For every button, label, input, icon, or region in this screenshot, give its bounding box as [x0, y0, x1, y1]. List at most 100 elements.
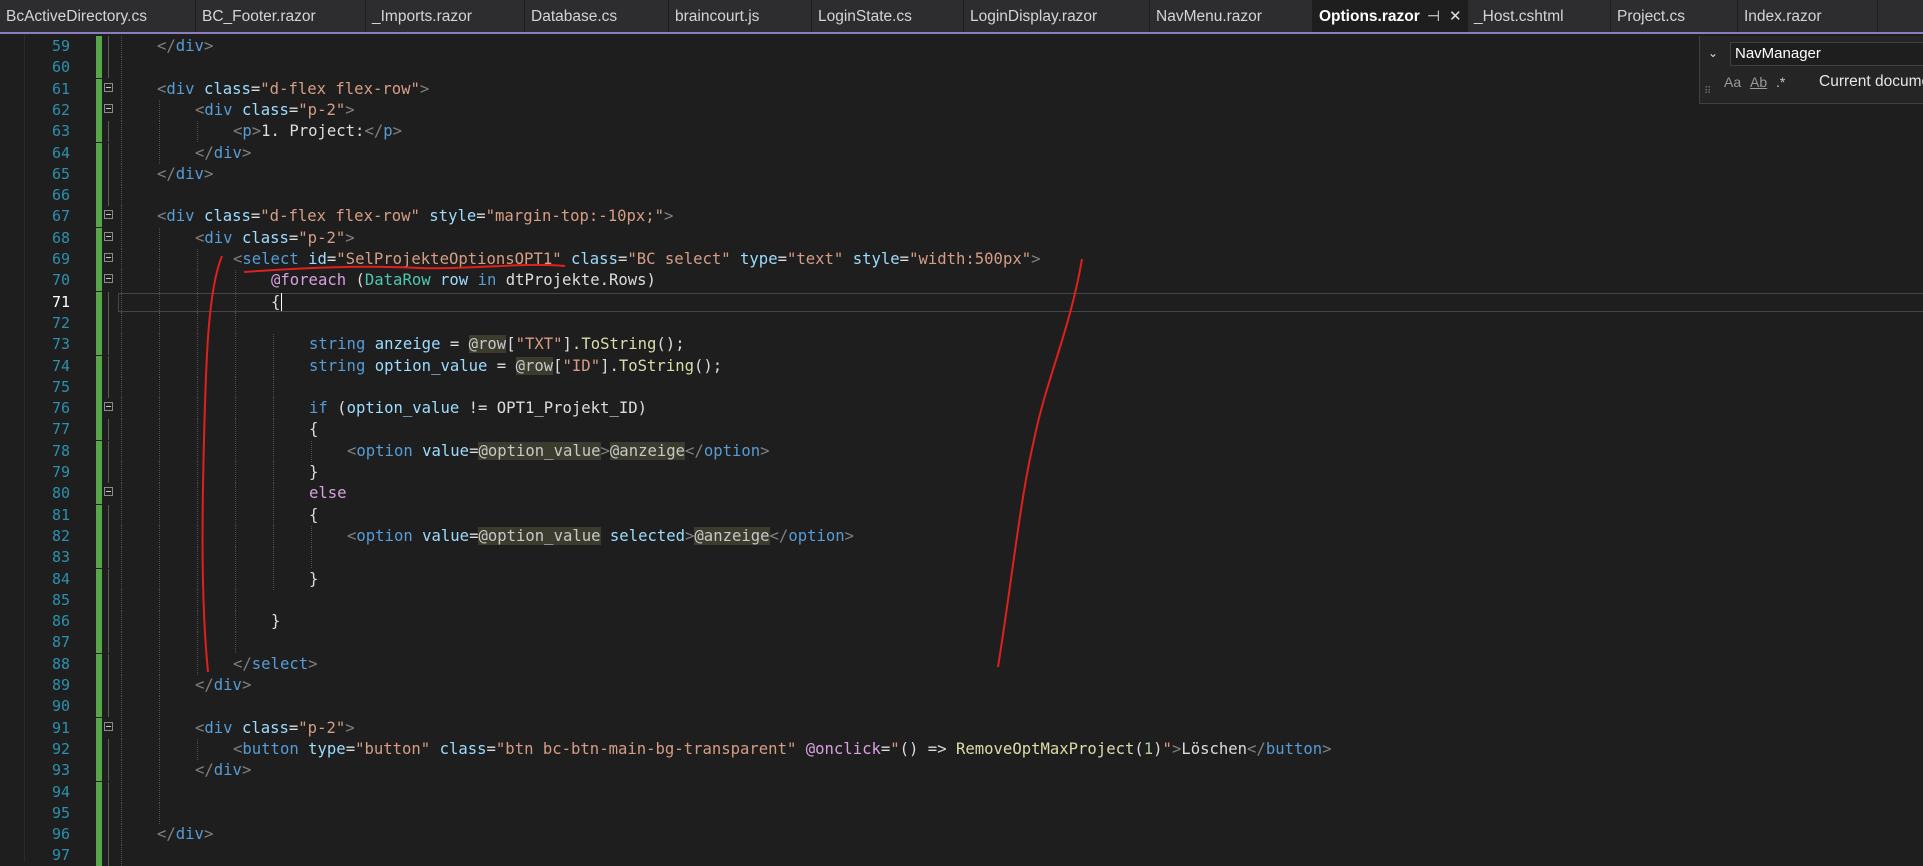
collapse-region-icon[interactable] — [104, 721, 113, 731]
outline-line — [108, 504, 109, 526]
expand-replace-chevron-icon[interactable]: ⌄ — [1708, 46, 1718, 60]
code-token: = — [250, 207, 261, 226]
code-line[interactable]: 66 — [0, 185, 1923, 207]
code-token: (); — [693, 356, 723, 375]
code-text: @foreach (DataRow row in dtProjekte.Rows… — [271, 270, 656, 291]
find-widget: ⌄ NavManager ⠿ Aa Ab .* Current docume — [1699, 36, 1923, 104]
resize-grip-icon[interactable]: ⠿ — [1704, 86, 1711, 97]
outline-line — [108, 675, 109, 696]
code-token: = — [250, 79, 261, 98]
collapse-region-icon[interactable] — [104, 231, 113, 241]
code-line[interactable]: 71 { — [0, 291, 1923, 313]
code-line[interactable]: 61 <div class="d-flex flex-row"> — [0, 78, 1923, 100]
code-line[interactable]: 95 — [0, 802, 1923, 824]
collapse-region-icon[interactable] — [104, 103, 113, 113]
collapse-region-icon[interactable] — [104, 274, 113, 284]
tab-imports-razor[interactable]: _Imports.razor — [366, 0, 525, 32]
code-line[interactable]: 91 <div class="p-2"> — [0, 717, 1923, 739]
code-token: row — [440, 271, 469, 290]
match-case-toggle[interactable]: Aa — [1724, 74, 1741, 90]
code-token: class — [241, 100, 289, 119]
tab-label: BcActiveDirectory.cs — [6, 8, 147, 25]
code-line[interactable]: 84} — [0, 568, 1923, 590]
change-tracking-bar — [96, 355, 102, 377]
code-line[interactable]: 73 string anzeige = @row["TXT"].ToString(… — [0, 334, 1923, 356]
collapse-region-icon[interactable] — [104, 402, 113, 412]
code-line[interactable]: 69 <select id="SelProjekteOptionsOPT1" cl… — [0, 249, 1923, 270]
code-line[interactable]: 64 </div> — [0, 142, 1923, 164]
code-line[interactable]: 60 — [0, 57, 1923, 79]
code-line[interactable]: 72 — [0, 312, 1923, 334]
indent-guide — [197, 611, 198, 633]
tab-bcactivedirectory-cs[interactable]: BcActiveDirectory.cs — [0, 0, 196, 32]
tab-database-cs[interactable]: Database.cs — [525, 0, 669, 32]
code-text: else — [309, 483, 347, 504]
code-editor[interactable]: 59 </div> 60 61 <div class="d-flex flex-row"… — [0, 34, 1923, 866]
outline-line — [108, 547, 109, 569]
code-line[interactable]: 59 </div> — [0, 36, 1923, 57]
tab-braincourt-js[interactable]: braincourt.js — [669, 0, 812, 32]
match-whole-word-toggle[interactable]: Ab — [1750, 74, 1767, 90]
code-line[interactable]: 79} — [0, 462, 1923, 483]
code-line[interactable]: 80 else — [0, 483, 1923, 505]
code-line[interactable]: 89 </div> — [0, 675, 1923, 696]
find-search-input[interactable]: NavManager — [1730, 42, 1923, 66]
indent-guide — [235, 504, 236, 526]
code-line[interactable]: 82 <option value=@option_value selected>@… — [0, 525, 1923, 547]
code-line[interactable]: 63 <p>1. Project:</p> — [0, 121, 1923, 143]
code-line[interactable]: 68 <div class="p-2"> — [0, 227, 1923, 249]
code-line[interactable]: 96 </div> — [0, 824, 1923, 846]
tab-project-cs[interactable]: Project.cs — [1611, 0, 1738, 32]
code-line[interactable]: 93 </div> — [0, 760, 1923, 782]
indent-guide — [159, 802, 160, 824]
indent-guide — [159, 376, 160, 398]
code-line[interactable]: 76 if (option_value != OPT1_Projekt_ID) — [0, 398, 1923, 420]
code-token: "ID" — [562, 356, 601, 375]
close-tab-icon[interactable]: ✕ — [1449, 0, 1462, 32]
tab-logindisplay-razor[interactable]: LoginDisplay.razor — [964, 0, 1150, 32]
code-token: else — [309, 484, 347, 503]
code-line[interactable]: 94 — [0, 781, 1923, 803]
tab-loginstate-cs[interactable]: LoginState.cs — [812, 0, 964, 32]
code-line[interactable]: 65 </div> — [0, 163, 1923, 185]
indent-guide — [121, 632, 122, 654]
code-line[interactable]: 83 — [0, 547, 1923, 569]
outline-line — [108, 802, 109, 824]
collapse-region-icon[interactable] — [104, 253, 113, 262]
collapse-region-icon[interactable] — [104, 487, 113, 497]
tab-label: braincourt.js — [675, 8, 760, 25]
tab-navmenu-razor[interactable]: NavMenu.razor — [1150, 0, 1313, 32]
code-line[interactable]: 85 — [0, 589, 1923, 611]
collapse-region-icon[interactable] — [104, 82, 113, 92]
change-tracking-bar — [96, 270, 102, 292]
code-text: </div> — [157, 164, 213, 185]
code-line[interactable]: 81 { — [0, 504, 1923, 526]
code-line[interactable]: 97 — [0, 845, 1923, 866]
code-line[interactable]: 86} — [0, 611, 1923, 633]
search-scope-dropdown[interactable]: Current docume — [1819, 73, 1923, 91]
code-line[interactable]: 77 { — [0, 419, 1923, 441]
collapse-region-icon[interactable] — [104, 210, 113, 220]
code-line[interactable]: 88 </select> — [0, 653, 1923, 675]
indent-guide — [197, 632, 198, 654]
code-line[interactable]: 92 <button type="button" class="btn bc-bt… — [0, 738, 1923, 760]
tab-bc-footer-razor[interactable]: BC_Footer.razor — [196, 0, 366, 32]
indent-guide — [159, 142, 160, 164]
code-line[interactable]: 78 <option value=@option_value>@anzeige</… — [0, 440, 1923, 462]
code-token: > — [203, 37, 214, 55]
code-line[interactable]: 67 <div class="d-flex flex-row" style="ma… — [0, 206, 1923, 228]
code-line[interactable]: 70 @foreach (DataRow row in dtProjekte.Ro… — [0, 270, 1923, 292]
code-line[interactable]: 62 <div class="p-2"> — [0, 99, 1923, 121]
pin-tab-icon[interactable]: ⊣ — [1427, 0, 1440, 32]
outline-line — [108, 185, 109, 207]
indent-guide — [235, 632, 236, 654]
code-line[interactable]: 87 — [0, 632, 1923, 654]
code-line[interactable]: 75 — [0, 376, 1923, 398]
tab-host-cshtml[interactable]: _Host.cshtml — [1468, 0, 1611, 32]
use-regex-toggle[interactable]: .* — [1776, 74, 1785, 90]
code-line[interactable]: 74 string option_value = @row["ID"].ToStr… — [0, 355, 1923, 377]
code-line[interactable]: 90 — [0, 696, 1923, 718]
tab-options-razor[interactable]: Options.razor ⊣ ✕ — [1313, 0, 1468, 32]
tab-index-razor[interactable]: Index.razor — [1738, 0, 1878, 32]
